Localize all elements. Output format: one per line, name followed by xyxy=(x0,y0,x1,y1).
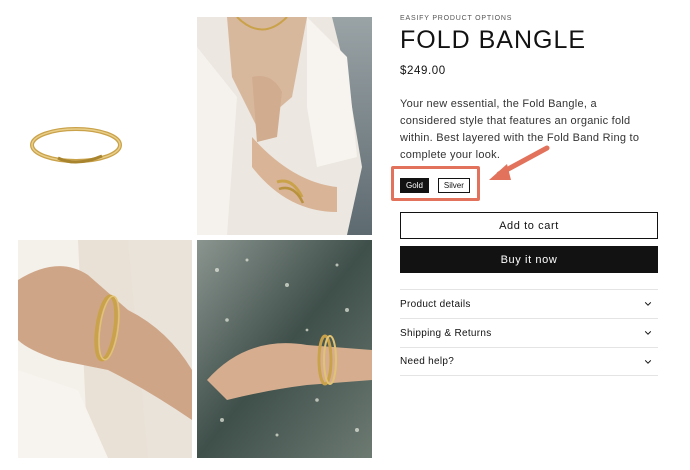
product-title: FOLD BANGLE xyxy=(400,26,587,54)
product-image-model[interactable] xyxy=(197,17,372,235)
accordion-shipping-returns[interactable]: Shipping & Returns xyxy=(400,318,658,347)
chevron-down-icon xyxy=(644,331,652,335)
chevron-down-icon xyxy=(644,302,652,306)
add-to-cart-button[interactable]: Add to cart xyxy=(400,212,658,239)
accordion-product-details[interactable]: Product details xyxy=(400,289,658,318)
accordion-label: Shipping & Returns xyxy=(400,327,492,339)
product-price: $249.00 xyxy=(400,65,446,77)
annotation-highlight-box xyxy=(391,166,480,201)
accordion-label: Product details xyxy=(400,298,471,310)
annotation-arrow-icon xyxy=(489,145,550,180)
product-image-wrist[interactable] xyxy=(18,240,192,458)
product-vendor: EASIFY PRODUCT OPTIONS xyxy=(400,15,513,22)
product-image-sea[interactable] xyxy=(197,240,372,458)
bangle-illustration xyxy=(30,127,122,164)
chevron-down-icon xyxy=(644,359,652,364)
accordion-label: Need help? xyxy=(400,356,455,367)
wrist-photo xyxy=(18,240,192,458)
accordion-need-help[interactable]: Need help? xyxy=(400,347,658,376)
sea-photo xyxy=(197,240,372,458)
buy-now-button[interactable]: Buy it now xyxy=(400,246,658,273)
product-image-bangle[interactable] xyxy=(18,17,192,235)
model-photo xyxy=(197,17,372,235)
